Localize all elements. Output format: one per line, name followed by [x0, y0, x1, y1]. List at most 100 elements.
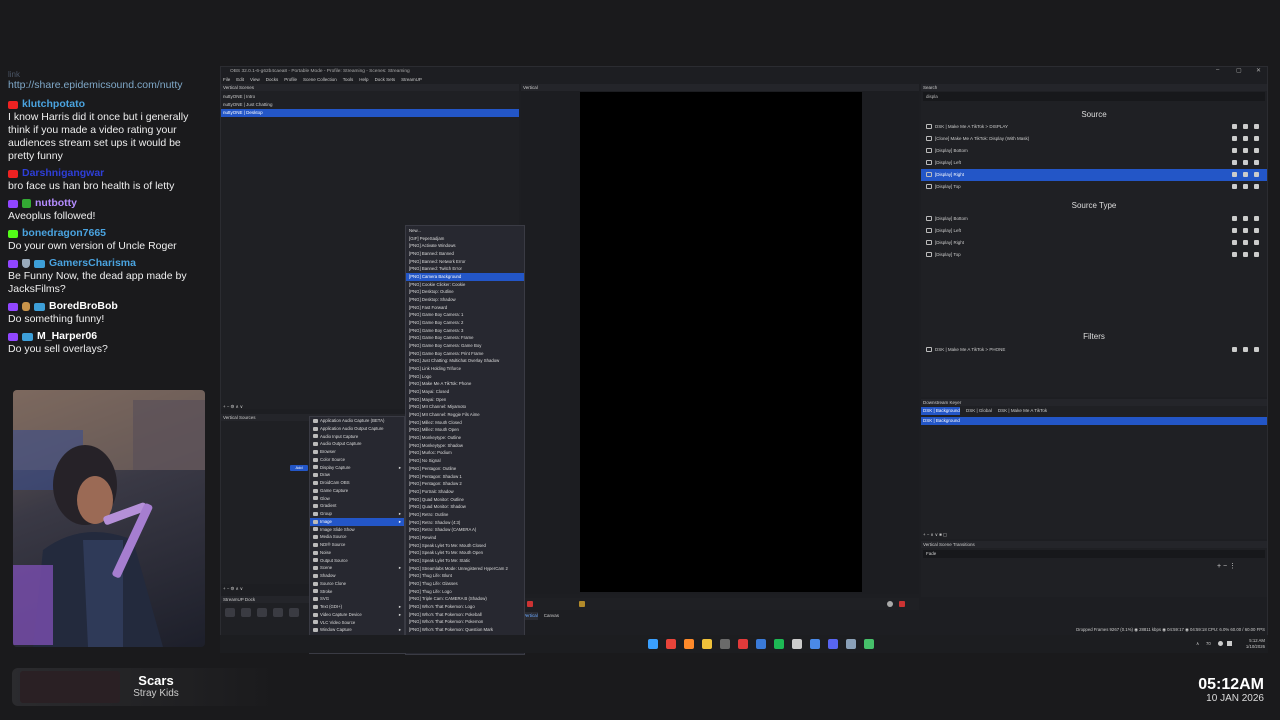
menu-item-image[interactable]: [PNG] MII Channel: Miyamoto: [406, 403, 524, 411]
menu-item-source-type[interactable]: Draw: [310, 471, 404, 479]
menu-item-source-type[interactable]: Media Source: [310, 533, 404, 541]
menu-item-image[interactable]: [PNG] Banned: Banned: [406, 250, 524, 258]
menu-item-source-type[interactable]: Stroke: [310, 588, 404, 596]
wifi-icon[interactable]: [1218, 641, 1223, 646]
menu-item-source-type[interactable]: Application Audio Capture (BETA): [310, 417, 404, 425]
gear-icon[interactable]: [1232, 148, 1237, 153]
menu-item-image[interactable]: [PNG] No Signal: [406, 457, 524, 465]
pen-app-icon[interactable]: [792, 639, 802, 649]
menu-item-image[interactable]: [PNG] Fast Forward: [406, 304, 524, 312]
menu-file[interactable]: File: [223, 76, 230, 84]
menu-item-image[interactable]: [PNG] MII Channel: Reggie Fils Aime: [406, 411, 524, 419]
windows-start-icon[interactable]: [648, 639, 658, 649]
menu-item-image[interactable]: [PNG] Retro: Outline: [406, 511, 524, 519]
menu-item-source-type[interactable]: Game Capture: [310, 487, 404, 495]
menu-view[interactable]: View: [250, 76, 260, 84]
streamup-button[interactable]: [241, 608, 251, 617]
chrome-icon[interactable]: [666, 639, 676, 649]
search-result-row[interactable]: [Display] Bottom: [921, 213, 1267, 225]
menu-item-source-type[interactable]: Audio Output Capture: [310, 440, 404, 448]
menu-item-source-type[interactable]: DroidCam OBS: [310, 479, 404, 487]
copy-icon[interactable]: [1243, 240, 1248, 245]
tab-canvas[interactable]: Canvas: [542, 612, 559, 620]
chat-username[interactable]: nutbotty: [35, 197, 77, 210]
copy-icon[interactable]: [1243, 252, 1248, 257]
menu-item-image[interactable]: [PNG] Retro: Shadow (4:3): [406, 519, 524, 527]
list-icon[interactable]: [1254, 252, 1259, 257]
search-result-row[interactable]: [Clone] Make Me A TikTok: Display (With …: [921, 133, 1267, 145]
menu-item-image[interactable]: [PNG] Game Boy Camera: Frame: [406, 334, 524, 342]
search-result-row[interactable]: [Display] Top: [921, 181, 1267, 193]
menu-item-image[interactable]: [PNG] Retro: Shadow (CAMERA A): [406, 526, 524, 534]
menu-item-image[interactable]: [PNG] Who's That Pokemon: Pokemon: [406, 618, 524, 626]
menu-item-image[interactable]: [PNG] Mayai: Closed: [406, 388, 524, 396]
menu-item-image[interactable]: [GIF] PepeSadjam: [406, 235, 524, 243]
menu-item-image[interactable]: [PNG] Camera Background: [406, 273, 524, 281]
menu-item-source-type[interactable]: Application Audio Output Capture: [310, 425, 404, 433]
stop-icon[interactable]: [899, 601, 905, 607]
gear-icon[interactable]: [1232, 184, 1237, 189]
list-icon[interactable]: [1254, 124, 1259, 129]
menu-item-source-type[interactable]: Image ▸: [310, 517, 404, 526]
menu-item-source-type[interactable]: Gradient: [310, 502, 404, 510]
menu-item-image[interactable]: [PNG] Game Boy Camera: 2: [406, 319, 524, 327]
menu-item-image[interactable]: [PNG] Thug Life: Glasses: [406, 580, 524, 588]
menu-item-source-type[interactable]: Video Capture Device ▸: [310, 611, 404, 619]
menu-profile[interactable]: Profile: [284, 76, 297, 84]
menu-item-image[interactable]: [PNG] Millez: Mouth Closed: [406, 419, 524, 427]
streamdeck-icon[interactable]: [756, 639, 766, 649]
menu-item-image[interactable]: [PNG] Speak Lylet To Me: Mouth Closed: [406, 542, 524, 550]
gear-icon[interactable]: [1232, 216, 1237, 221]
gear-icon[interactable]: [1232, 136, 1237, 141]
menu-item-image[interactable]: [PNG] Game Boy Camera: Game Boy: [406, 342, 524, 350]
menu-item-image[interactable]: [PNG] Game Boy Camera: 3: [406, 327, 524, 335]
menu-item-image[interactable]: [PNG] Pentagon: Shadow 1: [406, 473, 524, 481]
discord-icon[interactable]: [828, 639, 838, 649]
list-icon[interactable]: [1254, 136, 1259, 141]
menu-item-image[interactable]: [PNG] Desktop: Shadow: [406, 296, 524, 304]
menu-item-source-type[interactable]: Browser: [310, 448, 404, 456]
search-result-row[interactable]: [Display] Bottom: [921, 145, 1267, 157]
chat-username[interactable]: Darshnigangwar: [22, 167, 104, 180]
spotify-icon[interactable]: [774, 639, 784, 649]
menu-item-source-type[interactable]: SVG: [310, 595, 404, 603]
menu-item-image[interactable]: [PNG] Link Holding Triforce: [406, 365, 524, 373]
search-input[interactable]: displa: [923, 92, 1265, 101]
menu-item-image[interactable]: [PNG] Quad Monitor: Outline: [406, 496, 524, 504]
menu-item-source-type[interactable]: Output Source: [310, 557, 404, 565]
menu-help[interactable]: Help: [359, 76, 368, 84]
chat-link[interactable]: http://share.epidemicsound.com/nutty: [8, 79, 208, 92]
chat-username[interactable]: BoredBroBob: [49, 300, 118, 313]
copy-icon[interactable]: [1243, 148, 1248, 153]
menu-item-image[interactable]: [PNG] Streamlabs Mode: Unregistered Hype…: [406, 565, 524, 573]
search-result-row[interactable]: [Display] Right: [921, 237, 1267, 249]
minimize-icon[interactable]: –: [1216, 67, 1219, 73]
gear-icon[interactable]: [887, 601, 893, 607]
menu-item-source-type[interactable]: Image Slide Show: [310, 526, 404, 534]
copy-icon[interactable]: [1243, 160, 1248, 165]
menu-item-source-type[interactable]: Audio Input Capture: [310, 433, 404, 441]
menu-item-image[interactable]: [PNG] Cookie Clicker: Cookie: [406, 281, 524, 289]
dsk-tab[interactable]: DSK | Global: [964, 407, 992, 415]
menu-item-image[interactable]: [PNG] Rewind: [406, 534, 524, 542]
copy-icon[interactable]: [1243, 347, 1248, 352]
list-icon[interactable]: [1254, 228, 1259, 233]
dsk-item[interactable]: DSK | Background: [921, 417, 1267, 425]
menu-item-image[interactable]: [PNG] Speak Lylet To Me: Mouth Open: [406, 549, 524, 557]
tray-chevron-icon[interactable]: ∧: [1196, 641, 1199, 647]
menu-tools[interactable]: Tools: [343, 76, 354, 84]
menu-item-source-type[interactable]: Text (GDI+) ▸: [310, 603, 404, 611]
source-controls[interactable]: + − ⚙ ∧ ∨: [223, 586, 243, 592]
menu-item-image[interactable]: [PNG] Logo: [406, 373, 524, 381]
search-result-row[interactable]: [Display] Right: [921, 169, 1267, 181]
menu-item-image[interactable]: [PNG] Murloc: Podium: [406, 449, 524, 457]
menu-item-image[interactable]: [PNG] Pentagon: Outline: [406, 465, 524, 473]
menu-item-image[interactable]: [PNG] Pentagon: Shadow 2: [406, 480, 524, 488]
gear-icon[interactable]: [1232, 347, 1237, 352]
menu-item-source-type[interactable]: Glow: [310, 495, 404, 503]
list-icon[interactable]: [1254, 160, 1259, 165]
copy-icon[interactable]: [1243, 172, 1248, 177]
chat-username[interactable]: klutchpotato: [22, 98, 85, 111]
menu-item-image[interactable]: [PNG] Thug Life: Blunt: [406, 572, 524, 580]
copy-icon[interactable]: [1243, 228, 1248, 233]
